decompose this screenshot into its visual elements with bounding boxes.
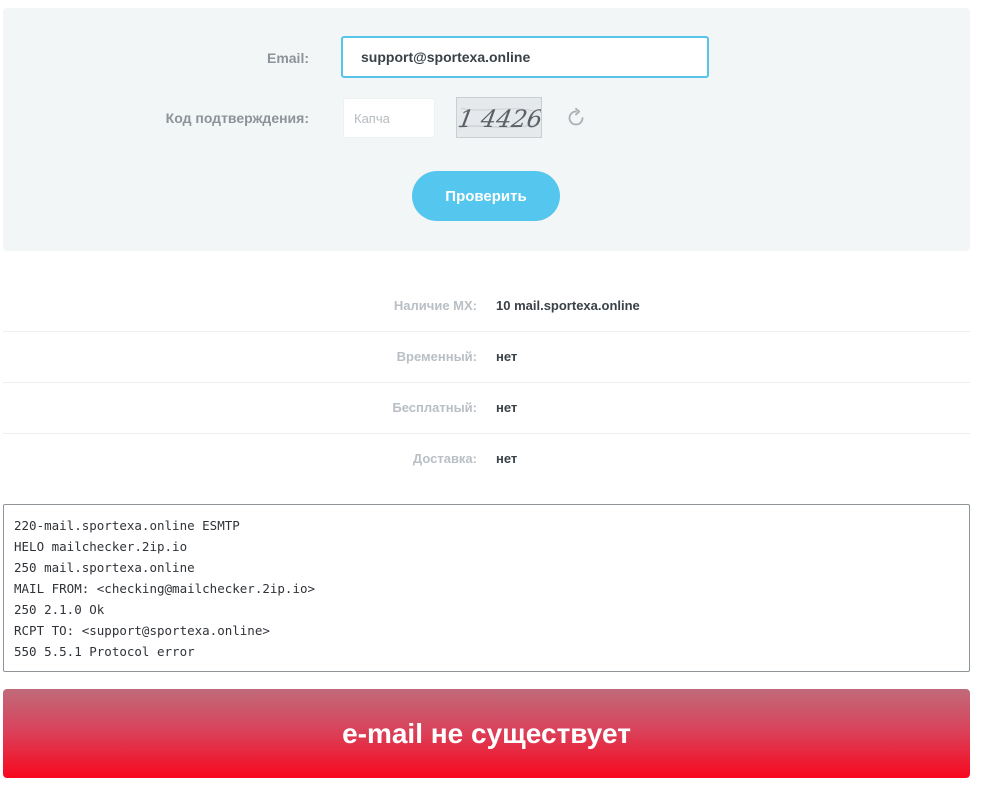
result-label: Наличие MX: [393,298,477,313]
result-row-mx: Наличие MX: 10 mail.sportexa.online [3,281,970,332]
email-label: Email: [266,50,309,66]
captcha-text: 1 4426 [457,105,541,133]
result-row-free: Бесплатный: нет [3,383,970,434]
result-banner: e-mail не существует [3,689,970,778]
smtp-log-line: RCPT TO: <support@sportexa.online> [14,623,270,638]
refresh-icon[interactable] [565,107,587,129]
smtp-log-line: 220-mail.sportexa.online ESMTP [14,518,240,533]
result-row-delivery: Доставка: нет [3,434,970,484]
smtp-log-line: MAIL FROM: <checking@mailchecker.2ip.io> [14,581,316,596]
smtp-log-line: 250 2.1.0 Ok [14,602,105,617]
smtp-log-line: HELO mailchecker.2ip.io [14,539,188,554]
check-button[interactable]: Проверить [412,171,560,221]
result-label: Временный: [396,349,477,364]
result-value: нет [496,400,518,415]
smtp-log-line: 550 5.5.1 Protocol error [14,644,195,659]
result-value: 10 mail.sportexa.online [496,298,640,313]
result-label: Бесплатный: [392,400,477,415]
result-label: Доставка: [412,451,477,466]
result-row-temporary: Временный: нет [3,332,970,383]
captcha-image: 1 4426 [456,97,542,138]
results-table: Наличие MX: 10 mail.sportexa.online Врем… [3,281,970,484]
email-input[interactable] [341,36,709,78]
smtp-log-line: 250 mail.sportexa.online [14,560,195,575]
captcha-label: Код подтверждения: [165,110,309,126]
smtp-log[interactable]: 220-mail.sportexa.online ESMTP HELO mail… [3,504,970,672]
result-value: нет [496,451,518,466]
check-form-panel: Email: Код подтверждения: 1 4426 Провери… [3,8,970,251]
result-value: нет [496,349,518,364]
captcha-input[interactable] [343,98,435,138]
